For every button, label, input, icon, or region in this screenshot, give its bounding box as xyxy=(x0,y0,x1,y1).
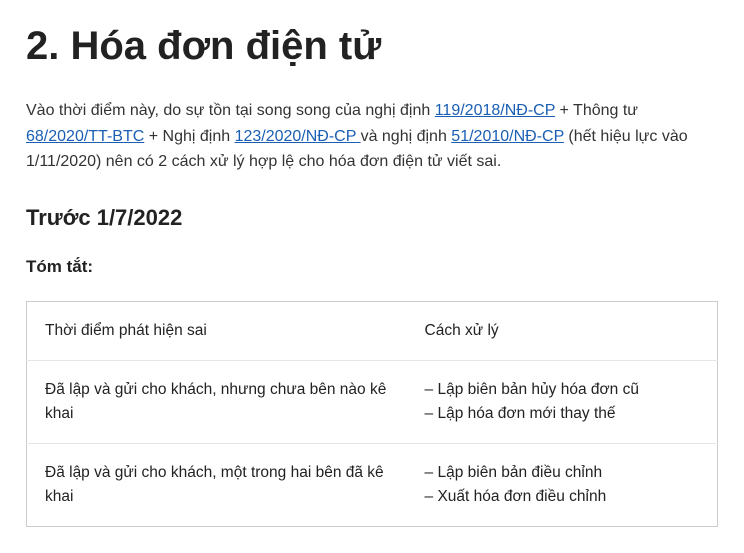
intro-text: và nghị định xyxy=(361,128,452,145)
summary-table: Thời điểm phát hiện sai Cách xử lý Đã lậ… xyxy=(26,301,718,527)
link-circular-68[interactable]: 68/2020/TT-BTC xyxy=(26,128,144,145)
action-line: – Lập biên bản điều chỉnh xyxy=(425,464,603,481)
table-cell-action: – Lập biên bản hủy hóa đơn cũ – Lập hóa … xyxy=(407,360,718,443)
table-row: Đã lập và gửi cho khách, một trong hai b… xyxy=(27,443,718,526)
intro-paragraph: Vào thời điểm này, do sự tồn tại song so… xyxy=(26,98,718,175)
action-line: – Lập biên bản hủy hóa đơn cũ xyxy=(425,381,639,398)
table-cell-action: – Lập biên bản điều chỉnh – Xuất hóa đơn… xyxy=(407,443,718,526)
table-row: Đã lập và gửi cho khách, nhưng chưa bên … xyxy=(27,360,718,443)
page-heading: 2. Hóa đơn điện tử xyxy=(26,22,718,70)
intro-text: + Thông tư xyxy=(555,102,638,119)
link-decree-119[interactable]: 119/2018/NĐ-CP xyxy=(435,102,555,119)
summary-label: Tóm tắt: xyxy=(26,257,718,277)
link-decree-51[interactable]: 51/2010/NĐ-CP xyxy=(451,128,564,145)
table-header-col1: Thời điểm phát hiện sai xyxy=(27,301,407,360)
intro-text: + Nghị định xyxy=(144,128,234,145)
table-header-row: Thời điểm phát hiện sai Cách xử lý xyxy=(27,301,718,360)
action-line: – Xuất hóa đơn điều chỉnh xyxy=(425,488,607,505)
intro-text: Vào thời điểm này, do sự tồn tại song so… xyxy=(26,102,435,119)
link-decree-123[interactable]: 123/2020/NĐ-CP xyxy=(235,128,361,145)
action-line: – Lập hóa đơn mới thay thế xyxy=(425,405,616,422)
subheading-date: Trước 1/7/2022 xyxy=(26,205,718,231)
table-header-col2: Cách xử lý xyxy=(407,301,718,360)
table-cell-situation: Đã lập và gửi cho khách, nhưng chưa bên … xyxy=(27,360,407,443)
table-cell-situation: Đã lập và gửi cho khách, một trong hai b… xyxy=(27,443,407,526)
